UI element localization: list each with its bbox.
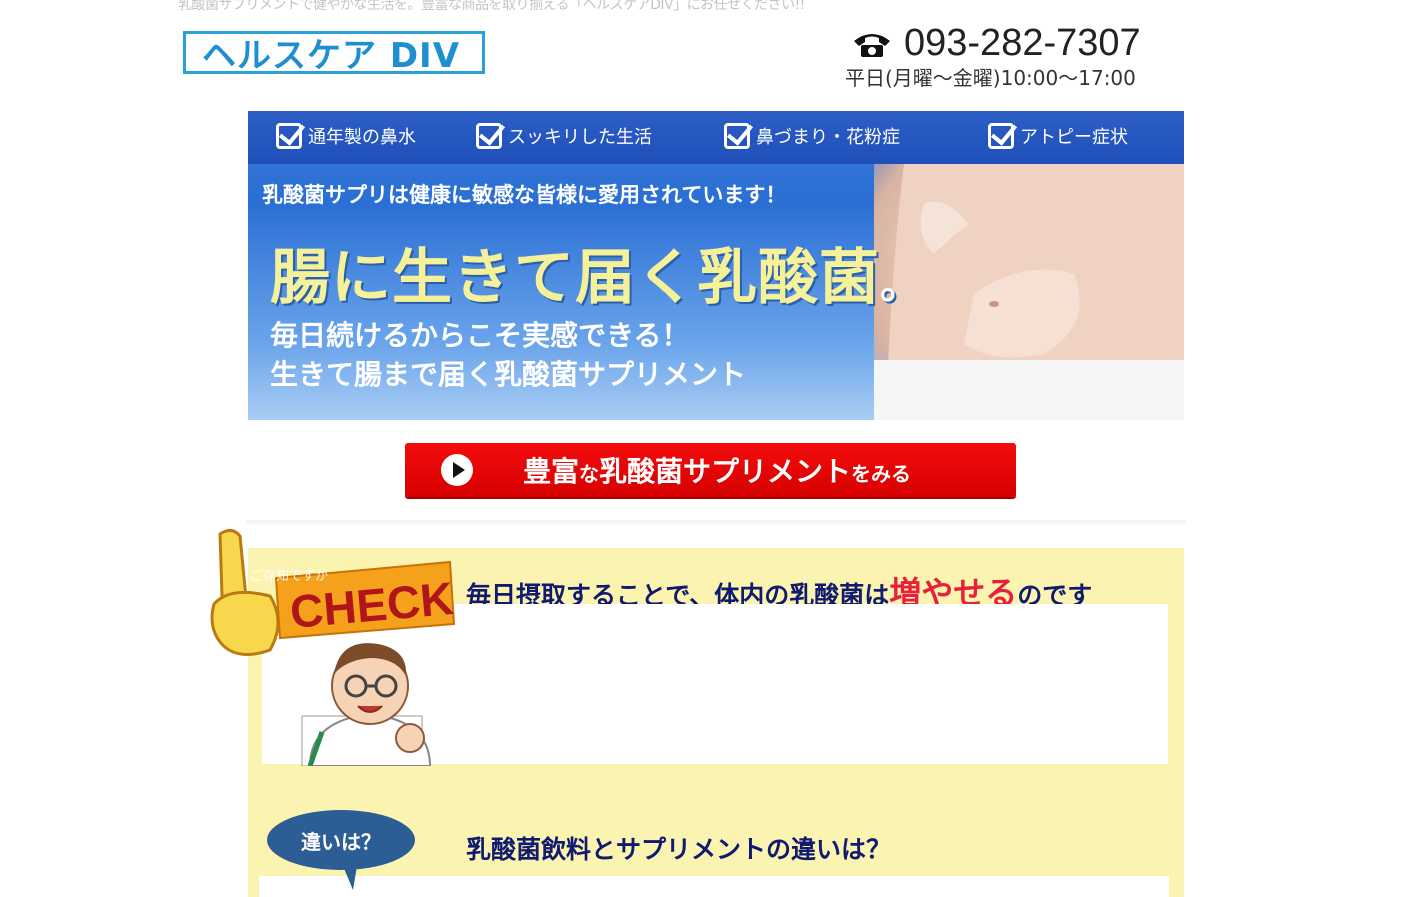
- business-hours: 平日(月曜〜金曜)10:00〜17:00: [845, 66, 1136, 90]
- check-small-text: ご存知ですか: [250, 568, 328, 584]
- doctor-illustration: [301, 643, 432, 766]
- check-badge: CHECK ご存知ですか: [210, 529, 455, 766]
- check-item: アトピー症状: [988, 123, 1128, 149]
- view-supplements-button[interactable]: 豊富な乳酸菌サプリメントをみる: [405, 443, 1016, 497]
- checkbox-icon: [476, 123, 502, 149]
- check-label: 通年製の鼻水: [308, 127, 416, 148]
- hero-line-2: 毎日続けるからこそ実感できる！: [270, 319, 690, 352]
- telephone-icon: [854, 33, 890, 57]
- cta-label-part: 乳酸菌サプリメント: [599, 455, 852, 488]
- phone-number[interactable]: 093-282-7307: [852, 22, 1141, 65]
- site-tagline: 乳酸菌サプリメントで健やかな生活を。豊富な商品を取り揃える「ヘルスケアDIV」に…: [178, 0, 805, 13]
- bubble-text: 違いは？: [301, 829, 381, 854]
- play-icon: [441, 454, 473, 486]
- check-item: 通年製の鼻水: [276, 123, 416, 149]
- hero-banner[interactable]: 通年製の鼻水 スッキリした生活 鼻づまり・花粉症 アトピー症状 乳酸菌サプリは健…: [248, 111, 1184, 420]
- checkbox-icon: [988, 123, 1014, 149]
- hero-headline: 腸に生きて届く乳酸菌。: [270, 229, 921, 316]
- check-item: 鼻づまり・花粉症: [724, 123, 900, 149]
- check-label-plate: CHECK ご存知ですか: [250, 560, 455, 640]
- checkbox-icon: [276, 123, 302, 149]
- headline-mark: 。: [880, 262, 921, 308]
- checkbox-icon: [724, 123, 750, 149]
- cta-label-part: な: [579, 462, 600, 486]
- difference-section-title: 乳酸菌飲料とサプリメントの違いは？: [466, 835, 892, 864]
- check-label: スッキリした生活: [508, 127, 652, 148]
- difference-content-box: [259, 876, 1169, 897]
- hero-line-3: 生きて腸まで届く乳酸菌サプリメント: [270, 358, 747, 391]
- cta-label-part: 豊富: [523, 455, 580, 488]
- check-label: アトピー症状: [1020, 127, 1128, 148]
- logo-text: ヘルスケア DIV: [202, 36, 461, 76]
- symptom-check-bar: 通年製の鼻水 スッキリした生活 鼻づまり・花粉症 アトピー症状: [248, 111, 1184, 164]
- phone-text: 093-282-7307: [904, 22, 1141, 64]
- check-label: 鼻づまり・花粉症: [756, 127, 900, 148]
- check-item: スッキリした生活: [476, 123, 652, 149]
- headline-text: 腸に生きて届く乳酸菌: [270, 243, 880, 313]
- cta-label-part: をみる: [851, 462, 912, 486]
- hero-subtitle: 乳酸菌サプリは健康に敏感な皆様に愛用されています！: [262, 183, 787, 207]
- cta-label: 豊富な乳酸菌サプリメントをみる: [523, 450, 911, 490]
- site-logo[interactable]: ヘルスケア DIV: [183, 31, 485, 76]
- pointing-hand-icon: [210, 529, 280, 656]
- difference-bubble: 違いは？: [267, 810, 415, 890]
